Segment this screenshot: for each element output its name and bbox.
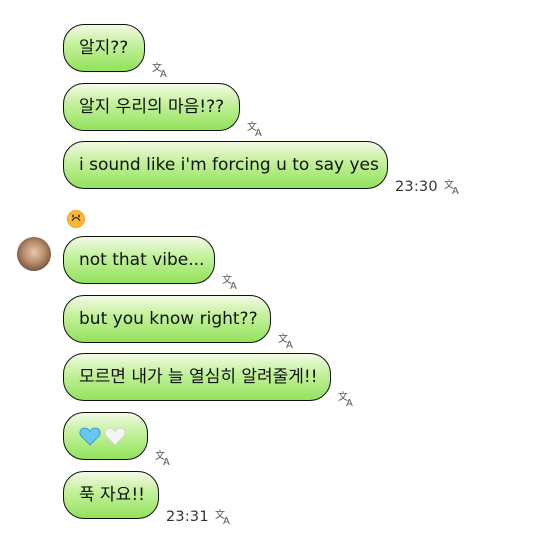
message-row: but you know right?? 文 A xyxy=(63,295,296,350)
blue-heart-icon xyxy=(79,426,101,446)
message-row: 文 A xyxy=(63,412,173,467)
message-text: i sound like i'm forcing u to say yes xyxy=(79,154,379,175)
message-text: 푹 자요!! xyxy=(79,484,145,505)
svg-text:A: A xyxy=(223,516,230,526)
message-meta: 文 A xyxy=(155,448,173,468)
translate-icon[interactable]: 文 A xyxy=(155,449,173,467)
translate-icon[interactable]: 文 A xyxy=(215,508,233,526)
message-row: 푹 자요!! 23:31 文 A xyxy=(63,471,233,526)
message-row: 알지?? 文 A xyxy=(63,24,170,79)
white-heart-icon xyxy=(104,426,126,446)
translate-icon[interactable]: 文 A xyxy=(222,273,240,291)
translate-icon[interactable]: 文 A xyxy=(247,120,265,138)
message-text: 모르면 내가 늘 열심히 알려줄게!! xyxy=(79,366,318,387)
svg-text:A: A xyxy=(286,340,293,350)
message-text: 알지?? xyxy=(79,37,129,58)
message-bubble[interactable] xyxy=(63,412,148,460)
svg-text:A: A xyxy=(163,457,170,467)
svg-text:A: A xyxy=(452,186,459,196)
translate-icon[interactable]: 文 A xyxy=(152,61,170,79)
message-bubble[interactable]: i sound like i'm forcing u to say yes xyxy=(63,141,388,189)
message-meta: 文 A xyxy=(278,331,296,351)
message-meta: 文 A xyxy=(247,119,265,139)
upside-down-face-icon[interactable] xyxy=(66,209,86,229)
chat-thread: 알지?? 文 A 알지 우리의 마음!?? 文 A i sound like i… xyxy=(0,0,560,560)
message-time: 23:31 xyxy=(166,509,209,525)
message-row: 알지 우리의 마음!?? 文 A xyxy=(63,83,265,138)
message-meta: 23:31 文 A xyxy=(166,507,233,527)
message-row: i sound like i'm forcing u to say yes 23… xyxy=(63,141,462,196)
message-row: 모르면 내가 늘 열심히 알려줄게!! 文 A xyxy=(63,353,356,408)
message-meta: 文 A xyxy=(222,272,240,292)
message-time: 23:30 xyxy=(395,179,438,195)
svg-text:A: A xyxy=(230,281,237,291)
translate-icon[interactable]: 文 A xyxy=(278,332,296,350)
message-bubble[interactable]: 푹 자요!! xyxy=(63,471,159,519)
message-bubble[interactable]: but you know right?? xyxy=(63,295,271,343)
message-row: not that vibe... 文 A xyxy=(63,236,240,291)
svg-text:A: A xyxy=(160,69,167,79)
svg-text:A: A xyxy=(346,398,353,408)
message-text: not that vibe... xyxy=(79,249,205,270)
message-meta: 文 A xyxy=(152,60,170,80)
message-meta: 文 A xyxy=(338,389,356,409)
message-text: 알지 우리의 마음!?? xyxy=(79,96,225,117)
message-bubble[interactable]: 알지 우리의 마음!?? xyxy=(63,83,240,131)
message-bubble[interactable]: 모르면 내가 늘 열심히 알려줄게!! xyxy=(63,353,331,401)
translate-icon[interactable]: 文 A xyxy=(444,178,462,196)
avatar[interactable] xyxy=(17,237,51,271)
message-bubble[interactable]: not that vibe... xyxy=(63,236,215,284)
translate-icon[interactable]: 文 A xyxy=(338,390,356,408)
svg-text:A: A xyxy=(255,128,262,138)
message-meta: 23:30 文 A xyxy=(395,177,462,197)
message-bubble[interactable]: 알지?? xyxy=(63,24,145,72)
message-text: but you know right?? xyxy=(79,308,258,329)
